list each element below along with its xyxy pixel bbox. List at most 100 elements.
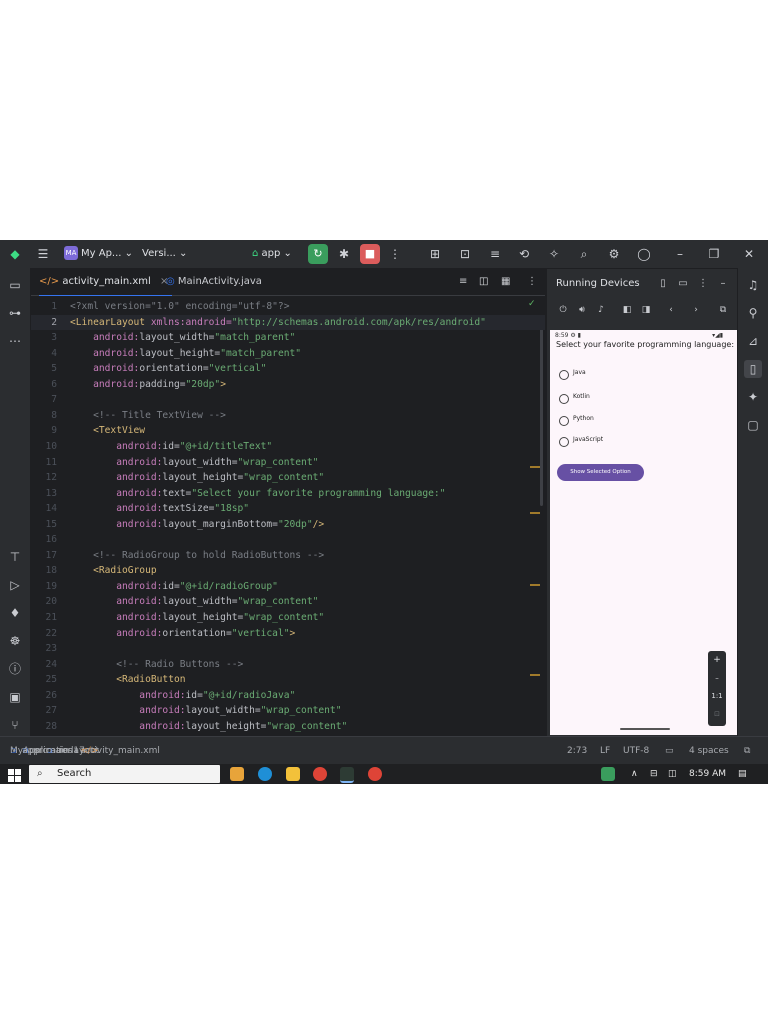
- code-line[interactable]: 6 android:padding="20dp">: [31, 377, 545, 393]
- minimize-icon[interactable]: –: [671, 245, 689, 263]
- device-manager-icon[interactable]: ⊡: [456, 245, 474, 263]
- sync-gradle-icon[interactable]: ⟲: [515, 245, 533, 263]
- run-config-selector[interactable]: ⌂ app ⌄: [252, 240, 292, 268]
- restore-icon[interactable]: ❐: [705, 245, 723, 263]
- screenshot-icon[interactable]: ⧉: [715, 302, 731, 318]
- tray-chevron-icon[interactable]: ∧: [631, 764, 638, 784]
- notifications-icon[interactable]: ♫: [744, 276, 762, 294]
- volume-icon[interactable]: ◫: [668, 764, 677, 784]
- forward-icon[interactable]: ›: [688, 302, 704, 318]
- code-line[interactable]: 19 android:id="@+id/radioGroup": [31, 579, 545, 595]
- sdk-manager-icon[interactable]: ≡: [486, 245, 504, 263]
- structure-icon[interactable]: ⊶: [6, 304, 24, 322]
- layout-inspector-icon[interactable]: ⊞: [426, 245, 444, 263]
- code-line[interactable]: 28 android:layout_height="wrap_content": [31, 719, 545, 735]
- rotate-left-icon[interactable]: ◧: [619, 302, 635, 318]
- code-line[interactable]: 21 android:layout_height="wrap_content": [31, 610, 545, 626]
- project-selector[interactable]: MA My Ap... ⌄: [64, 240, 133, 268]
- indent-setting[interactable]: 4 spaces: [689, 737, 729, 764]
- power-icon[interactable]: ⏻: [555, 302, 571, 318]
- gemini-icon[interactable]: ✧: [545, 245, 563, 263]
- breadcrumb-item[interactable]: src: [34, 737, 47, 764]
- project-view-icon[interactable]: ▭: [6, 276, 24, 294]
- code-line[interactable]: 14 android:textSize="18sp": [31, 501, 545, 517]
- zoom-reset-button[interactable]: 1:1: [708, 687, 726, 705]
- code-line[interactable]: 26 android:id="@+id/radioJava": [31, 688, 545, 704]
- app-quality-icon[interactable]: ♦: [6, 604, 24, 622]
- version-control-icon[interactable]: ⑂: [6, 716, 24, 734]
- running-devices-icon[interactable]: ▯: [744, 360, 762, 378]
- code-line[interactable]: 11 android:layout_width="wrap_content": [31, 455, 545, 471]
- rotate-right-icon[interactable]: ◨: [638, 302, 654, 318]
- code-line[interactable]: 13 android:text="Select your favorite pr…: [31, 486, 545, 502]
- network-icon[interactable]: ⊟: [650, 764, 658, 784]
- more-tools-icon[interactable]: ⋯: [6, 332, 24, 350]
- code-line[interactable]: 2 <LinearLayout xmlns:android="http://sch…: [31, 314, 545, 331]
- volume-down-icon[interactable]: ♪: [593, 302, 609, 318]
- code-line[interactable]: 15 android:layout_marginBottom="20dp"/>: [31, 517, 545, 533]
- code-view-icon[interactable]: ≡: [459, 269, 467, 295]
- line-separator[interactable]: LF: [600, 737, 610, 764]
- device-screen[interactable]: 8:59 ⚙ ▮ ▾◢▮ Select your favorite progra…: [550, 330, 737, 735]
- account-icon[interactable]: ◯: [635, 245, 653, 263]
- caret-position[interactable]: 2:73: [567, 737, 587, 764]
- device-tab-icon[interactable]: ▯: [655, 276, 671, 292]
- memory-indicator-icon[interactable]: ⧉: [744, 737, 750, 764]
- code-line[interactable]: 18 <RadioGroup: [31, 563, 545, 579]
- code-line[interactable]: 10 android:id="@+id/titleText": [31, 439, 545, 455]
- fit-screen-icon[interactable]: ⊡: [708, 705, 726, 723]
- windows-start-icon[interactable]: [8, 767, 21, 782]
- device-explorer-icon[interactable]: ⊿: [744, 332, 762, 350]
- panel-options-icon[interactable]: ⋮: [695, 276, 711, 292]
- code-line[interactable]: 1 <?xml version="1.0" encoding="utf-8"?>: [31, 299, 545, 315]
- code-line[interactable]: 7: [31, 392, 545, 408]
- code-line[interactable]: 3 android:layout_width="match_parent": [31, 330, 545, 346]
- code-line[interactable]: 9 <TextView: [31, 423, 545, 439]
- code-line[interactable]: 8 <!-- Title TextView -->: [31, 408, 545, 424]
- gemini-assistant-icon[interactable]: ✦: [744, 388, 762, 406]
- code-line[interactable]: 25 <RadioButton: [31, 672, 545, 688]
- notification-center-icon[interactable]: ▤: [738, 764, 747, 784]
- vcs-selector[interactable]: Versi... ⌄: [142, 240, 187, 268]
- zoom-in-button[interactable]: +: [708, 651, 726, 669]
- copilot-app-icon[interactable]: [230, 767, 244, 781]
- code-line[interactable]: 22 android:orientation="vertical">: [31, 626, 545, 642]
- show-selected-option-button[interactable]: Show Selected Option: [557, 464, 644, 481]
- more-actions-icon[interactable]: ⋮: [386, 245, 404, 263]
- logcat-icon[interactable]: ☸: [6, 632, 24, 650]
- back-icon[interactable]: ‹: [663, 302, 679, 318]
- volume-up-icon[interactable]: 🔊︎: [574, 302, 590, 318]
- code-line[interactable]: 23: [31, 641, 545, 657]
- debug-icon[interactable]: ✱: [335, 245, 353, 263]
- code-line[interactable]: 4 android:layout_height="match_parent": [31, 346, 545, 362]
- search-icon[interactable]: ⌕: [575, 245, 593, 263]
- tab-mainactivity-java[interactable]: ◎ MainActivity.java: [166, 269, 262, 295]
- taskbar-search-box[interactable]: ⌕ Search: [29, 765, 220, 783]
- design-view-icon[interactable]: ▦: [501, 269, 510, 295]
- settings-icon[interactable]: ⚙: [605, 245, 623, 263]
- build-icon[interactable]: ⊤: [6, 548, 24, 566]
- read-only-toggle-icon[interactable]: ▭: [665, 737, 674, 764]
- edge-browser-icon[interactable]: [258, 767, 272, 781]
- code-line[interactable]: 24 <!-- Radio Buttons -->: [31, 657, 545, 673]
- close-icon[interactable]: ✕: [740, 245, 758, 263]
- main-menu-icon[interactable]: ☰: [34, 245, 52, 263]
- zoom-out-button[interactable]: –: [708, 669, 726, 687]
- hide-panel-icon[interactable]: –: [715, 276, 731, 292]
- gradle-icon[interactable]: ⚲: [744, 304, 762, 322]
- device-mirroring-icon[interactable]: ▢: [744, 416, 762, 434]
- chrome-profile-icon[interactable]: [368, 767, 382, 781]
- code-line[interactable]: 27 android:layout_width="wrap_content": [31, 703, 545, 719]
- clock[interactable]: 8:59 AM: [689, 764, 726, 784]
- gesture-bar[interactable]: [620, 728, 670, 730]
- tray-app-icon[interactable]: [601, 767, 615, 781]
- breadcrumb-item[interactable]: activity_main.xml: [80, 737, 160, 764]
- code-line[interactable]: 20 android:layout_width="wrap_content": [31, 594, 545, 610]
- android-studio-taskbar-icon[interactable]: [340, 767, 354, 783]
- code-line[interactable]: 16: [31, 532, 545, 548]
- apply-changes-button[interactable]: ↻: [308, 244, 328, 264]
- code-line[interactable]: 12 android:layout_height="wrap_content": [31, 470, 545, 486]
- file-explorer-icon[interactable]: [286, 767, 300, 781]
- code-editor[interactable]: ✓ 1 <?xml version="1.0" encoding="utf-8"?…: [31, 296, 545, 736]
- tab-activity-main-xml[interactable]: </> activity_main.xml ×: [39, 269, 173, 297]
